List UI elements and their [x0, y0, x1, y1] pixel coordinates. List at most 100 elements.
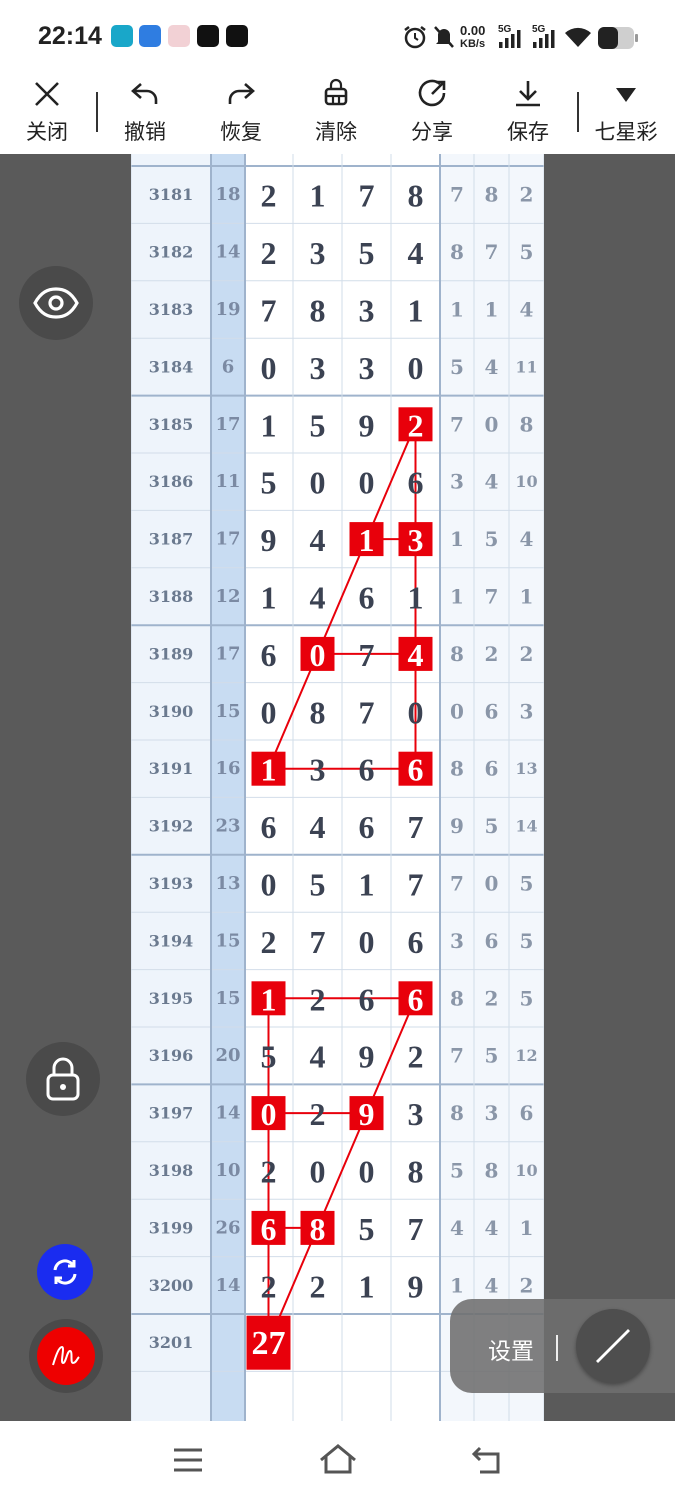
status-time: 22:14 [38, 22, 102, 50]
net-speed-unit: KB/s [460, 38, 486, 50]
close-button[interactable]: 关闭 [2, 78, 92, 152]
battery-icon [598, 27, 638, 49]
extra-value: 5 [450, 355, 464, 379]
digit: 7 [408, 1211, 424, 1247]
digit: 9 [359, 407, 375, 443]
extra-value: 1 [485, 298, 499, 322]
extra-value: 5 [520, 872, 534, 896]
close-icon [35, 82, 59, 106]
extra-value: 5 [520, 240, 534, 264]
digit: 2 [310, 1268, 326, 1304]
extra-value: 8 [485, 1159, 499, 1183]
sum-value: 14 [215, 1103, 240, 1124]
eye-icon [33, 287, 79, 319]
highlighted-digit: 1 [261, 981, 277, 1017]
issue-number: 3194 [149, 931, 194, 950]
digit: 0 [359, 924, 375, 960]
digit: 2 [408, 1039, 424, 1075]
digit: 9 [261, 522, 277, 558]
issue-number: 3199 [149, 1218, 194, 1237]
sum-value: 17 [215, 529, 240, 550]
save-button[interactable]: 保存 [483, 78, 573, 152]
undo-label: 撤销 [124, 120, 166, 144]
extra-value: 0 [485, 412, 499, 436]
settings-divider [556, 1335, 558, 1361]
extra-value: 3 [485, 1101, 499, 1125]
extra-value: 5 [485, 527, 499, 551]
brush-button[interactable] [29, 1319, 103, 1393]
digit: 7 [359, 178, 375, 214]
extra-value: 3 [450, 929, 464, 953]
signature-icon [52, 1345, 80, 1366]
trend-chart-svg: 3181 18 2 1 7 8 7 8 23182 14 2 3 5 4 8 7 53183 19 7 8 3 1 1 1 43… [131, 154, 544, 1421]
highlighted-digit: 6 [408, 752, 424, 788]
extra-value: 8 [450, 240, 464, 264]
highlighted-digit: 27 [252, 1325, 286, 1362]
extra-value: 7 [485, 240, 499, 264]
issue-number: 3197 [149, 1104, 194, 1123]
highlighted-digit: 0 [261, 1096, 277, 1132]
extra-value: 8 [450, 757, 464, 781]
digit: 5 [261, 465, 277, 501]
share-label: 分享 [411, 120, 453, 144]
redo-label: 恢复 [220, 120, 262, 144]
issue-number: 3189 [149, 644, 194, 663]
menu-icon[interactable] [172, 1446, 204, 1474]
extra-value: 4 [485, 470, 499, 494]
digit: 2 [310, 1096, 326, 1132]
share-button[interactable]: 分享 [387, 78, 477, 152]
digit: 8 [408, 178, 424, 214]
digit: 2 [261, 1154, 277, 1190]
lock-icon [46, 1057, 80, 1101]
extra-value: 8 [520, 412, 534, 436]
digit: 3 [310, 752, 326, 788]
digit: 6 [408, 924, 424, 960]
digit: 1 [261, 580, 277, 616]
extra-value: 4 [450, 1216, 464, 1240]
extra-value: 2 [520, 642, 534, 666]
right-panel [544, 154, 675, 1421]
home-icon[interactable] [318, 1443, 358, 1475]
sum-value: 16 [215, 758, 240, 779]
extra-value: 1 [450, 298, 464, 322]
sum-value: 13 [215, 873, 240, 894]
extra-value: 7 [485, 585, 499, 609]
line-tool-button[interactable] [576, 1309, 650, 1383]
extra-value: 5 [520, 986, 534, 1010]
settings-button[interactable]: 设置 [488, 1332, 534, 1366]
digit: 0 [408, 694, 424, 730]
app-notification-icon [111, 25, 133, 47]
capcut-icon [226, 25, 248, 47]
digit: 1 [408, 580, 424, 616]
extra-value: 7 [450, 872, 464, 896]
digit: 4 [310, 522, 326, 558]
highlighted-digit: 6 [408, 981, 424, 1017]
undo-button[interactable]: 撤销 [100, 78, 190, 152]
refresh-button[interactable] [37, 1244, 93, 1300]
extra-value: 6 [485, 757, 499, 781]
extra-value: 2 [520, 1273, 534, 1297]
sum-value: 23 [215, 816, 240, 837]
back-icon[interactable] [470, 1445, 504, 1475]
highlighted-digit: 1 [359, 522, 375, 558]
extra-value: 6 [520, 1101, 534, 1125]
clear-button[interactable]: 清除 [291, 78, 381, 152]
issue-number: 3193 [149, 874, 194, 893]
digit: 6 [359, 752, 375, 788]
redo-button[interactable]: 恢复 [196, 78, 286, 152]
visibility-toggle-button[interactable] [19, 266, 93, 340]
digit: 2 [261, 1268, 277, 1304]
sum-value: 14 [215, 1275, 240, 1296]
trend-chart: 3181 18 2 1 7 8 7 8 2 3182 14 2 3 5 4 8 7 5 3183 19 7 8 3 1 1 1 4 3… [131, 154, 544, 1421]
lock-button[interactable] [26, 1042, 100, 1116]
extra-value: 4 [520, 527, 534, 551]
refresh-icon [53, 1259, 77, 1285]
share-icon [418, 79, 446, 107]
sum-value: 17 [215, 643, 240, 664]
digit: 6 [261, 809, 277, 845]
lottery-type-dropdown[interactable]: 七星彩 [581, 78, 671, 152]
digit: 6 [261, 637, 277, 673]
clear-label: 清除 [315, 120, 357, 144]
digit: 6 [359, 809, 375, 845]
app-notification-icon [168, 25, 190, 47]
